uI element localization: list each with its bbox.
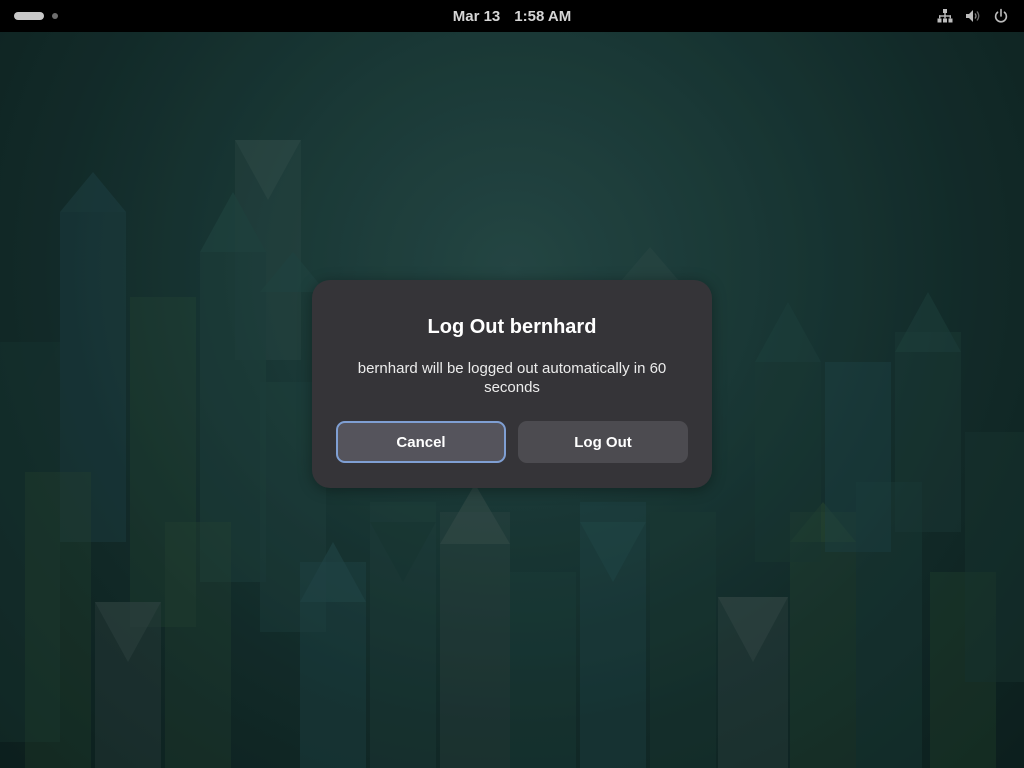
dialog-message: bernhard will be logged out automaticall…	[357, 360, 667, 396]
clock-date: Mar 13	[452, 7, 501, 25]
clock-button[interactable]: Mar 13 1:58 AM	[0, 0, 1024, 32]
logout-dialog: Log Out bernhard bernhard will be logged…	[312, 280, 712, 488]
power-icon[interactable]	[992, 7, 1010, 25]
cancel-button[interactable]: Cancel	[336, 421, 506, 463]
system-tray[interactable]	[936, 0, 1010, 32]
desktop: Mar 13 1:58 AM Log Out bernhard bernhard…	[0, 0, 1024, 768]
top-bar: Mar 13 1:58 AM	[0, 0, 1024, 32]
dialog-title: Log Out bernhard	[427, 316, 597, 338]
log-out-button[interactable]: Log Out	[518, 421, 688, 463]
volume-icon[interactable]	[964, 7, 982, 25]
clock-time: 1:58 AM	[514, 7, 572, 25]
network-icon[interactable]	[936, 7, 954, 25]
